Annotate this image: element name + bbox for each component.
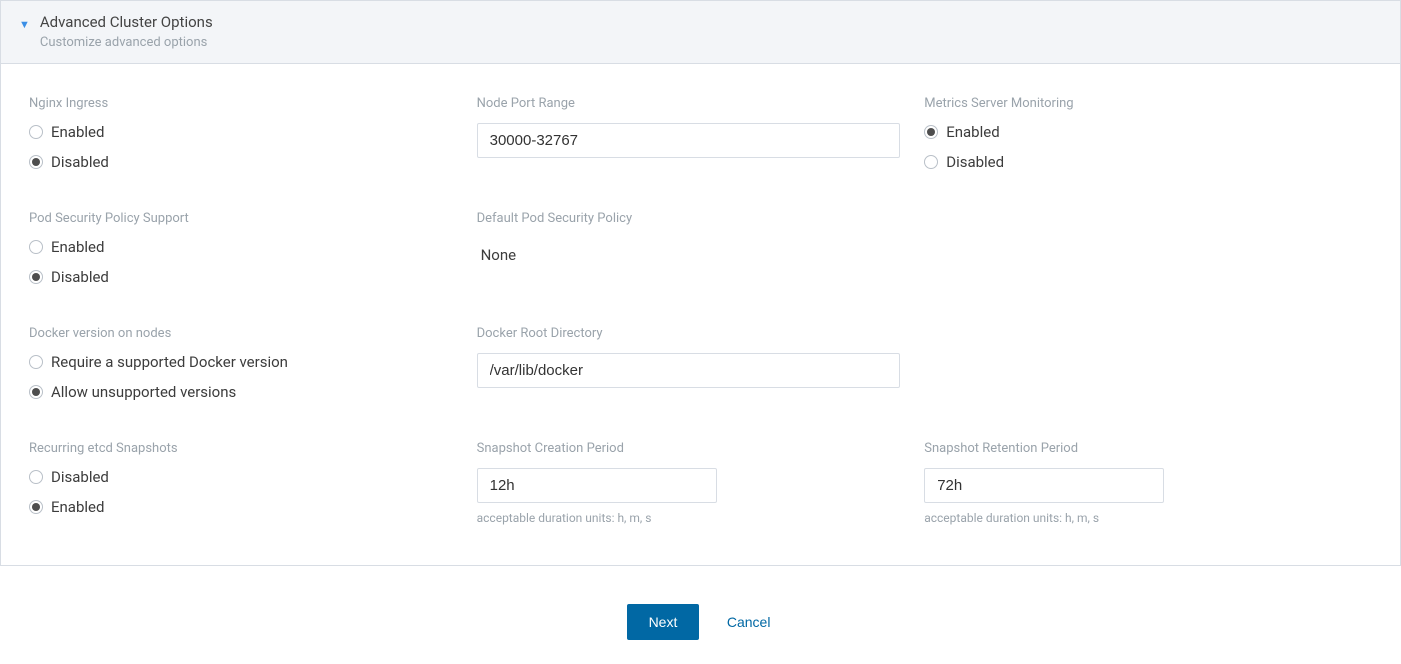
etcd-snapshots-label: Recurring etcd Snapshots	[29, 441, 453, 456]
advanced-cluster-options-panel: ▼ Advanced Cluster Options Customize adv…	[0, 0, 1401, 566]
nginx-ingress-disabled[interactable]: Disabled	[29, 153, 453, 171]
docker-version-label: Docker version on nodes	[29, 326, 453, 341]
default-pod-security-label: Default Pod Security Policy	[477, 211, 901, 226]
metrics-server-disabled[interactable]: Disabled	[924, 153, 1348, 171]
metrics-server-label: Metrics Server Monitoring	[924, 96, 1348, 111]
radio-icon	[29, 270, 43, 284]
panel-title: Advanced Cluster Options	[40, 13, 213, 33]
radio-icon	[29, 125, 43, 139]
snapshot-creation-helper: acceptable duration units: h, m, s	[477, 511, 901, 525]
radio-label: Enabled	[51, 498, 104, 516]
nginx-ingress-enabled[interactable]: Enabled	[29, 123, 453, 141]
panel-header[interactable]: ▼ Advanced Cluster Options Customize adv…	[1, 1, 1400, 64]
pod-security-support-group: Enabled Disabled	[29, 238, 453, 286]
docker-version-group: Require a supported Docker version Allow…	[29, 353, 453, 401]
radio-label: Disabled	[946, 153, 1004, 171]
footer-actions: Next Cancel	[0, 586, 1401, 664]
radio-label: Disabled	[51, 468, 109, 486]
radio-icon	[29, 470, 43, 484]
etcd-snapshots-group: Disabled Enabled	[29, 468, 453, 516]
radio-icon	[29, 355, 43, 369]
radio-icon	[29, 240, 43, 254]
radio-label: Disabled	[51, 268, 109, 286]
pod-security-disabled[interactable]: Disabled	[29, 268, 453, 286]
node-port-range-label: Node Port Range	[477, 96, 901, 111]
docker-version-allow[interactable]: Allow unsupported versions	[29, 383, 453, 401]
pod-security-support-label: Pod Security Policy Support	[29, 211, 453, 226]
etcd-snapshots-disabled[interactable]: Disabled	[29, 468, 453, 486]
docker-root-input[interactable]	[477, 353, 901, 388]
radio-icon	[924, 125, 938, 139]
radio-icon	[924, 155, 938, 169]
radio-icon	[29, 155, 43, 169]
collapse-icon: ▼	[19, 18, 30, 31]
radio-label: Allow unsupported versions	[51, 383, 236, 401]
radio-icon	[29, 500, 43, 514]
nginx-ingress-label: Nginx Ingress	[29, 96, 453, 111]
pod-security-enabled[interactable]: Enabled	[29, 238, 453, 256]
panel-body: Nginx Ingress Enabled Disabled Node Port…	[1, 64, 1400, 565]
etcd-snapshots-enabled[interactable]: Enabled	[29, 498, 453, 516]
node-port-range-input[interactable]	[477, 123, 901, 158]
default-pod-security-value: None	[477, 238, 901, 272]
snapshot-retention-input[interactable]	[924, 468, 1164, 503]
metrics-server-group: Enabled Disabled	[924, 123, 1348, 171]
radio-label: Enabled	[51, 238, 104, 256]
metrics-server-enabled[interactable]: Enabled	[924, 123, 1348, 141]
docker-root-label: Docker Root Directory	[477, 326, 901, 341]
snapshot-creation-label: Snapshot Creation Period	[477, 441, 901, 456]
radio-label: Enabled	[946, 123, 999, 141]
radio-label: Require a supported Docker version	[51, 353, 288, 371]
cancel-button[interactable]: Cancel	[723, 604, 775, 640]
nginx-ingress-group: Enabled Disabled	[29, 123, 453, 171]
radio-label: Disabled	[51, 153, 109, 171]
snapshot-creation-input[interactable]	[477, 468, 717, 503]
panel-subtitle: Customize advanced options	[40, 35, 213, 52]
radio-icon	[29, 385, 43, 399]
snapshot-retention-helper: acceptable duration units: h, m, s	[924, 511, 1348, 525]
radio-label: Enabled	[51, 123, 104, 141]
next-button[interactable]: Next	[627, 604, 700, 640]
snapshot-retention-label: Snapshot Retention Period	[924, 441, 1348, 456]
docker-version-require[interactable]: Require a supported Docker version	[29, 353, 453, 371]
